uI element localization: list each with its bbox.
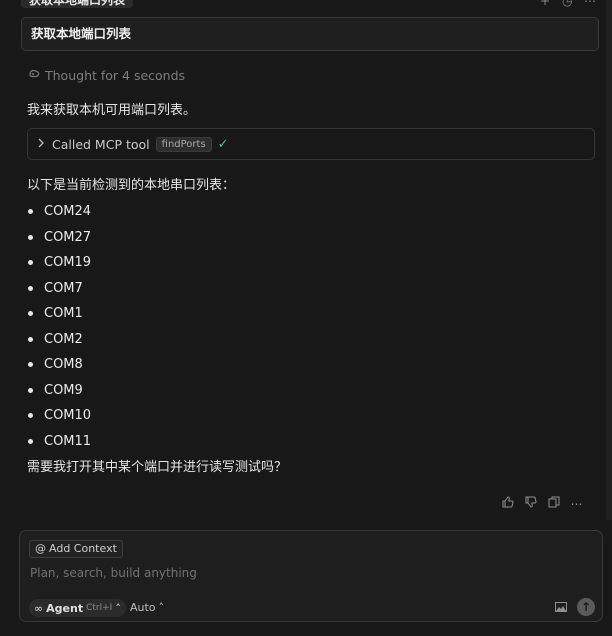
image-icon[interactable] [555,601,567,615]
composer: @ Add Context ∞ Agent Ctrl+I ˄ Auto ˄ ↑ [19,530,603,622]
port-name: COM24 [44,204,92,220]
more-icon[interactable]: ⋯ [584,0,596,8]
message-actions: ⋯ [501,496,583,512]
list-item: COM10 [27,403,91,429]
chevron-up-icon: ˄ [158,601,165,614]
tool-call-card[interactable]: Called MCP tool findPorts ✓ [27,128,595,160]
port-list: COM24 COM27 COM19 COM7 COM1 COM2 COM8 CO… [27,199,91,454]
add-context-label: Add Context [49,542,117,555]
list-item: COM11 [27,429,91,455]
agent-mode-selector[interactable]: ∞ Agent Ctrl+I ˄ [29,599,126,617]
thought-indicator[interactable]: Thought for 4 seconds [27,68,185,83]
port-name: COM27 [44,229,92,245]
list-item: COM1 [27,301,91,327]
chevron-up-icon: ˄ [115,601,121,615]
port-name: COM10 [44,408,92,424]
port-name: COM19 [44,255,92,271]
top-bar: 获取本地端口列表 + ◷ ⋯ [0,0,612,12]
bullet [28,234,33,240]
port-name: COM1 [44,306,83,322]
bullet [28,285,33,291]
copy-icon[interactable] [547,496,560,512]
user-query-bubble[interactable]: 获取本地端口列表 [21,17,599,51]
thought-label: Thought for 4 seconds [45,68,186,83]
send-button[interactable]: ↑ [577,598,595,616]
prompt-input[interactable] [28,565,552,581]
list-item: COM7 [27,276,91,302]
bullet [28,311,33,317]
bullet [28,362,33,368]
list-item: COM27 [27,225,91,251]
brain-icon [27,68,41,83]
bullet [28,260,33,266]
bullet [28,336,33,342]
port-name: COM7 [44,280,83,296]
tool-name-chip: findPorts [155,136,212,152]
conversation-tab[interactable]: 获取本地端口列表 [21,0,134,8]
port-name: COM9 [44,382,83,398]
assistant-intro: 我来获取本机可用端口列表。 [27,103,197,118]
list-item: COM8 [27,352,91,378]
infinity-icon: ∞ [34,601,44,615]
model-label: Auto [130,601,156,614]
port-name: COM8 [44,357,83,373]
bullet [28,438,33,444]
assistant-closing: 需要我打开其中某个端口并进行读写测试吗？ [27,460,288,475]
shortcut-hint: Ctrl+I [86,603,113,613]
thumbs-down-icon[interactable] [524,496,537,512]
scrollbar[interactable] [606,0,612,520]
more-icon[interactable]: ⋯ [570,496,583,512]
model-selector[interactable]: Auto ˄ [130,601,164,614]
list-item: COM24 [27,199,91,225]
add-context-button[interactable]: @ Add Context [29,540,123,558]
bullet [28,209,33,215]
at-icon: @ [35,542,46,555]
history-icon[interactable]: ◷ [562,0,572,8]
list-item: COM9 [27,378,91,404]
port-name: COM11 [44,433,92,449]
agent-mode-label: Agent [46,601,84,615]
port-name: COM2 [44,331,83,347]
plus-icon[interactable]: + [540,0,550,8]
list-item: COM19 [27,250,91,276]
list-item: COM2 [27,327,91,353]
check-icon: ✓ [217,136,229,152]
bullet [28,387,33,393]
chevron-right-icon [36,137,46,152]
bullet [28,413,33,419]
list-heading: 以下是当前检测到的本地串口列表： [27,178,236,193]
thumbs-up-icon[interactable] [501,496,514,512]
tool-call-label: Called MCP tool [52,136,150,152]
